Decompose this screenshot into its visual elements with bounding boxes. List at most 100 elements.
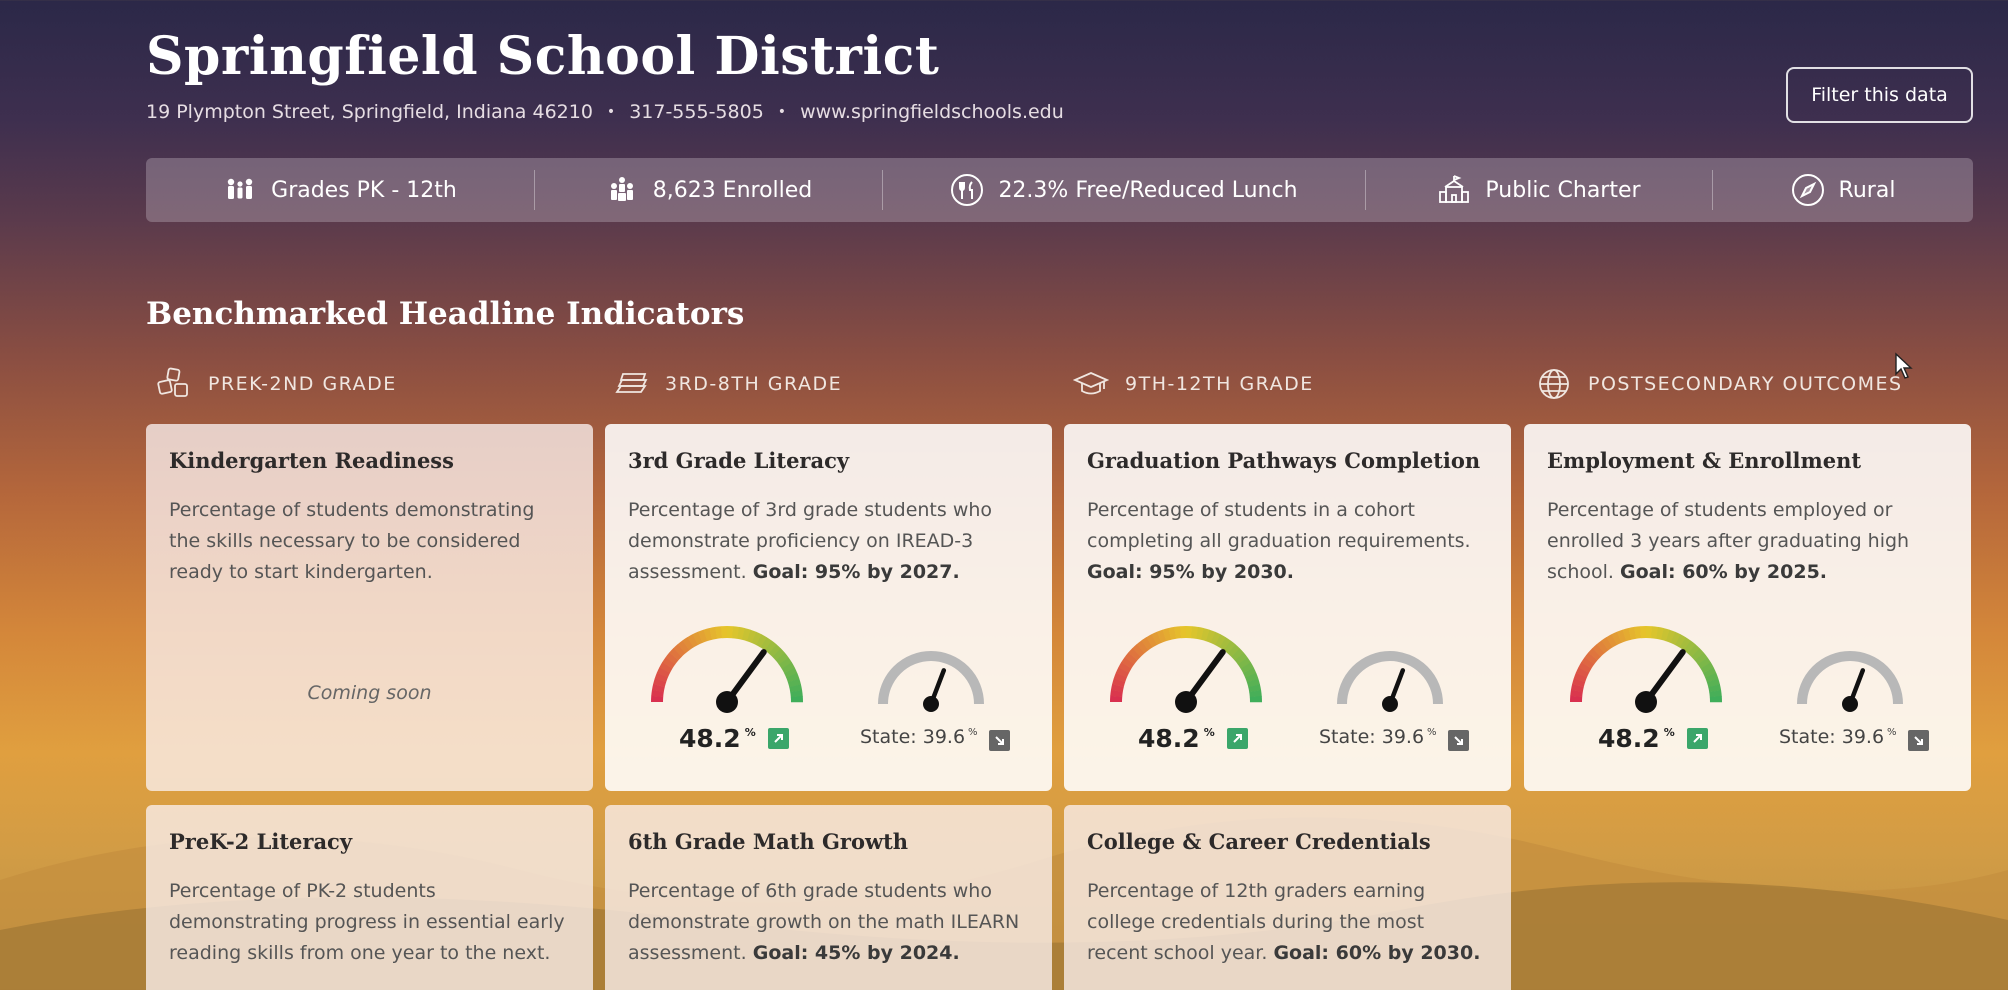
gauge-arc-segment <box>651 689 664 698</box>
gauge-arc-segment <box>1687 644 1700 657</box>
website-link[interactable]: www.springfieldschools.edu <box>800 101 1064 123</box>
gauge-arc-segment <box>786 672 800 683</box>
card-description-text: Percentage of students in a cohort compl… <box>1087 499 1471 552</box>
gauge-arc-segment <box>1592 644 1605 657</box>
gauge-arc-segment <box>677 640 690 654</box>
globe-icon <box>1539 369 1569 399</box>
district-gauge <box>651 626 803 713</box>
gauge-hub <box>1635 691 1657 713</box>
gauge-arc-segment <box>1136 640 1149 654</box>
card-title: College & Career Credentials <box>1087 829 1431 854</box>
gauge-arc-segment <box>783 667 798 678</box>
gauge-arc-segment <box>1578 662 1592 673</box>
utensils-icon <box>951 174 984 206</box>
trend-up-icon <box>767 728 789 749</box>
gauge-arc-segment <box>1124 652 1138 665</box>
indicator-card-graduation-pathways[interactable]: Graduation Pathways Completion Percentag… <box>1064 424 1511 791</box>
column-header-3rd-8th: 3RD-8TH GRADE <box>613 366 842 402</box>
gauge-arc-segment <box>1205 629 1216 643</box>
stat-school-type-label: Public Charter <box>1485 177 1641 203</box>
gauge-arc-segment <box>1634 626 1642 639</box>
indicator-card-6th-grade-math[interactable]: 6th Grade Math Growth Percentage of 6th … <box>605 805 1052 990</box>
gauge-arc-segment <box>1246 678 1260 688</box>
stat-enrolled-label: 8,623 Enrolled <box>652 177 813 203</box>
gauge-arc-segment <box>697 629 708 643</box>
gauge-arc-segment <box>1601 637 1613 651</box>
gauge-arc-segment <box>1248 684 1262 693</box>
gauge-arc-segment <box>778 657 792 669</box>
column-header-label: POSTSECONDARY OUTCOMES <box>1588 373 1903 395</box>
gauge-arc-segment <box>731 626 740 639</box>
filter-data-button[interactable]: Filter this data <box>1786 67 1973 123</box>
graduation-cap-icon <box>1073 372 1109 395</box>
state-value: State: 39.6 % <box>1319 726 1469 751</box>
stat-lunch-label: 22.3% Free/Reduced Lunch <box>998 177 1298 203</box>
card-description: Percentage of 3rd grade students who dem… <box>628 495 1029 588</box>
district-gauge <box>1570 626 1722 713</box>
gauge-arc-segment <box>1156 629 1167 643</box>
state-gauge <box>1337 651 1443 712</box>
gauge-arc-segment <box>682 637 694 651</box>
gauge-arc-segment <box>1581 657 1595 669</box>
gauge-arc-segment <box>1705 672 1719 683</box>
district-value: 48.2 % <box>1598 724 1708 753</box>
gauge-arc-segment <box>1670 631 1681 646</box>
stat-grades-label: Grades PK - 12th <box>271 177 457 203</box>
gauge-arc-segment <box>1584 652 1598 665</box>
section-title: Benchmarked Headline Indicators <box>146 296 745 332</box>
contact-info: 19 Plympton Street, Springfield, Indiana… <box>146 101 1064 123</box>
gauge-arc-segment <box>703 628 713 642</box>
gauge-arc-segment <box>789 684 803 693</box>
district-value-unit: % <box>1663 726 1675 739</box>
gauge-arc-segment <box>1245 672 1259 683</box>
compass-icon <box>1791 174 1824 206</box>
gauge-arc-segment <box>1237 657 1251 669</box>
card-description: Percentage of students demonstrating the… <box>169 499 535 583</box>
separator-dot: • <box>606 104 616 120</box>
gauge-group: 48.2 % State: 39.6 % <box>605 614 1052 754</box>
gauge-arc-segment <box>1575 667 1590 678</box>
gauge-arc-segment <box>1223 640 1236 654</box>
district-value-number: 48.2 <box>679 724 741 753</box>
gauge-arc-segment <box>1215 634 1226 648</box>
indicator-card-employment-enrollment[interactable]: Employment & Enrollment Percentage of st… <box>1524 424 1971 791</box>
gauge-arc-segment <box>1112 678 1126 688</box>
gauge-arc-segment <box>715 626 723 639</box>
trend-down-icon <box>1447 730 1469 751</box>
indicator-card-college-career[interactable]: College & Career Credentials Percentage … <box>1064 805 1511 990</box>
indicator-card-3rd-grade-literacy[interactable]: 3rd Grade Literacy Percentage of 3rd gra… <box>605 424 1052 791</box>
gauge-arc-segment <box>1227 644 1240 657</box>
gauge-arc-segment <box>659 662 673 673</box>
gauge-arc-segment <box>653 678 667 688</box>
state-value-label: State: 39.6 <box>1319 726 1425 748</box>
gauge-arc-segment <box>1121 657 1135 669</box>
district-header: Springfield School District 19 Plympton … <box>146 26 1064 123</box>
indicator-card-kindergarten-readiness[interactable]: Kindergarten Readiness Percentage of stu… <box>146 424 593 791</box>
card-title: Kindergarten Readiness <box>169 448 454 473</box>
gauge-arc-segment <box>746 629 757 643</box>
gauge-arc-segment <box>1573 672 1587 683</box>
state-value-unit: % <box>968 727 978 738</box>
gauge-arc-segment <box>1708 684 1722 693</box>
gauge-arc-segment <box>1128 648 1141 661</box>
gauge-arc-segment <box>1570 683 1584 693</box>
state-gauge <box>878 651 984 712</box>
gauge-arc-segment <box>1706 678 1720 688</box>
gauge-arc-segment <box>1650 626 1659 639</box>
gauge-arc-segment <box>1616 629 1627 643</box>
gauge-hub <box>716 691 738 713</box>
column-header-9th-12th: 9TH-12TH GRADE <box>1073 366 1314 402</box>
gauge-arc-segment <box>1231 648 1244 661</box>
column-header-postsecondary: POSTSECONDARY OUTCOMES <box>1536 366 1903 402</box>
address-text: 19 Plympton Street, Springfield, Indiana… <box>146 101 593 123</box>
stat-grades: Grades PK - 12th <box>146 158 534 222</box>
gauge-arc-segment <box>768 644 781 657</box>
gauge-arc-segment <box>1249 690 1262 698</box>
gauge-arc-segment <box>1132 644 1145 657</box>
gauge-arc-segment <box>756 634 767 648</box>
indicator-card-prek2-literacy[interactable]: PreK-2 Literacy Percentage of PK-2 stude… <box>146 805 593 990</box>
phone-text[interactable]: 317-555-5805 <box>629 101 764 123</box>
card-title: 3rd Grade Literacy <box>628 448 850 473</box>
gauge-arc-segment <box>1588 648 1601 661</box>
gauge-hub <box>923 696 939 712</box>
